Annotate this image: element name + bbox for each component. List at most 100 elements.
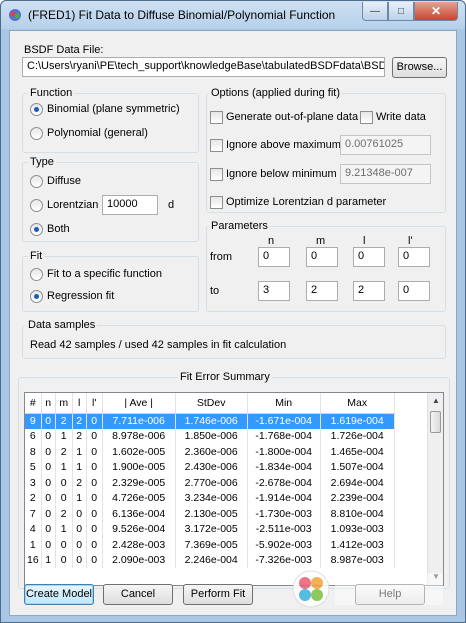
lorentzian-radio[interactable] — [30, 199, 43, 212]
table-cell: -1.800e-004 — [247, 444, 321, 460]
ignore-above-max-input[interactable]: 0.00761025 — [340, 135, 431, 155]
browse-button[interactable]: Browse... — [392, 57, 447, 78]
table-cell: 1.507e-004 — [320, 459, 395, 475]
write-data-checkbox[interactable] — [360, 111, 373, 124]
generate-out-of-plane-checkbox[interactable] — [210, 111, 223, 124]
table-cell: 2.329e-005 — [102, 475, 176, 491]
ignore-below-min-label: Ignore below minimum — [226, 168, 337, 180]
table-cell: 4.726e-005 — [102, 490, 176, 506]
perform-fit-button[interactable]: Perform Fit — [183, 584, 253, 605]
table-row[interactable]: 4 0 1 0 0 9.526e-004 3.172e-005 -2.511e-003 1.09… — [25, 521, 395, 537]
minimize-button[interactable]: — — [362, 2, 388, 21]
generate-out-of-plane-label: Generate out-of-plane data — [226, 111, 359, 123]
lorentzian-label: Lorentzian — [47, 199, 99, 211]
bsdf-file-path-field[interactable]: C:\Users\ryani\PE\tech_support\knowledge… — [22, 57, 385, 77]
table-cell: 7.369e-005 — [175, 537, 248, 553]
table-cell: 2 — [72, 475, 87, 491]
close-button[interactable]: ✕ — [414, 2, 458, 21]
table-cell: -1.834e-004 — [247, 459, 321, 475]
both-radio[interactable] — [30, 223, 43, 236]
table-row[interactable]: 7 0 2 0 0 6.136e-004 2.130e-005 -1.730e-003 8.81… — [25, 506, 395, 522]
table-cell: -5.902e-003 — [247, 537, 321, 553]
param-from-l-input[interactable]: 0 — [353, 247, 385, 267]
table-cell: 0 — [41, 428, 56, 444]
col-header-max[interactable]: Max — [320, 393, 395, 414]
table-cell: 0 — [55, 537, 73, 553]
table-row[interactable]: 6 0 1 2 0 8.978e-006 1.850e-006 -1.768e-004 1.72… — [25, 428, 395, 444]
param-to-m-input[interactable]: 2 — [306, 281, 338, 301]
create-model-button[interactable]: Create Model — [24, 584, 94, 605]
table-cell: 0 — [72, 506, 87, 522]
table-cell: 2.360e-006 — [175, 444, 248, 460]
table-cell: 1 — [72, 459, 87, 475]
col-header-index[interactable]: # — [25, 393, 42, 414]
param-from-label: from — [210, 251, 232, 263]
data-samples-message: Read 42 samples / used 42 samples in fit… — [30, 339, 287, 351]
table-cell: 7 — [25, 506, 42, 522]
table-cell: 6.136e-004 — [102, 506, 176, 522]
table-cell: 0 — [55, 490, 73, 506]
table-cell: 2 — [25, 490, 42, 506]
maximize-button[interactable]: □ — [388, 2, 414, 21]
regression-fit-radio[interactable] — [30, 290, 43, 303]
col-header-l[interactable]: l — [72, 393, 87, 414]
table-cell: 0 — [41, 413, 56, 429]
table-cell: -2.511e-003 — [247, 521, 321, 537]
ignore-above-max-checkbox[interactable] — [210, 139, 223, 152]
table-row[interactable]: 2 0 0 1 0 4.726e-005 3.234e-006 -1.914e-004 2.23… — [25, 490, 395, 506]
param-from-m-input[interactable]: 0 — [306, 247, 338, 267]
fit-error-table-header: # n m l l' | Ave | StDev Min Max — [25, 393, 395, 414]
table-cell: 8.810e-004 — [320, 506, 395, 522]
lorentzian-d-input[interactable]: 10000 — [102, 195, 158, 215]
table-cell: 1 — [72, 444, 87, 460]
diffuse-radio[interactable] — [30, 175, 43, 188]
col-header-stdev[interactable]: StDev — [175, 393, 248, 414]
table-cell: 4 — [25, 521, 42, 537]
ignore-below-min-checkbox[interactable] — [210, 168, 223, 181]
function-group — [22, 93, 199, 153]
table-cell: 9 — [25, 413, 42, 429]
table-row[interactable]: 8 0 2 1 0 1.602e-005 2.360e-006 -1.800e-004 1.46… — [25, 444, 395, 460]
param-from-lprime-input[interactable]: 0 — [398, 247, 430, 267]
param-from-n-input[interactable]: 0 — [258, 247, 290, 267]
table-cell: 1.850e-006 — [175, 428, 248, 444]
table-row[interactable]: 1 0 0 0 0 2.428e-003 7.369e-005 -5.902e-003 1.41… — [25, 537, 395, 553]
table-cell: 0 — [86, 444, 103, 460]
title-bar[interactable]: (FRED1) Fit Data to Diffuse Binomial/Pol… — [1, 1, 465, 29]
table-cell: 1.726e-004 — [320, 428, 395, 444]
optimize-lorentzian-checkbox[interactable] — [210, 196, 223, 209]
table-cell: 1.602e-005 — [102, 444, 176, 460]
table-cell: 1.746e-006 — [175, 413, 248, 429]
ignore-below-min-input[interactable]: 9.21348e-007 — [340, 164, 431, 184]
col-header-lprime[interactable]: l' — [86, 393, 103, 414]
param-col-n: n — [268, 235, 275, 247]
param-col-l: l — [363, 235, 366, 247]
table-row[interactable]: 3 0 0 2 0 2.329e-005 2.770e-006 -2.678e-004 2.69… — [25, 475, 395, 491]
scroll-thumb[interactable] — [430, 411, 441, 433]
table-cell: 1.093e-003 — [320, 521, 395, 537]
lorentzian-unit-label: d — [168, 199, 175, 211]
table-vertical-scrollbar[interactable]: ▲ ▼ — [427, 393, 443, 585]
polynomial-radio[interactable] — [30, 127, 43, 140]
table-cell: 0 — [86, 506, 103, 522]
binomial-radio[interactable] — [30, 103, 43, 116]
fit-error-table[interactable]: # n m l l' | Ave | StDev Min Max 9 0 2 2 0 7.… — [24, 392, 444, 586]
param-to-n-input[interactable]: 3 — [258, 281, 290, 301]
table-cell: -2.678e-004 — [247, 475, 321, 491]
table-cell: -1.730e-003 — [247, 506, 321, 522]
col-header-n[interactable]: n — [41, 393, 56, 414]
param-to-lprime-input[interactable]: 0 — [398, 281, 430, 301]
both-label: Both — [47, 223, 70, 235]
table-row[interactable]: 9 0 2 2 0 7.711e-006 1.746e-006 -1.671e-004 1.61… — [25, 413, 395, 429]
col-header-m[interactable]: m — [55, 393, 73, 414]
param-to-l-input[interactable]: 2 — [353, 281, 385, 301]
specific-function-radio[interactable] — [30, 268, 43, 281]
col-header-min[interactable]: Min — [247, 393, 321, 414]
options-group-title: Options (applied during fit) — [209, 87, 343, 99]
table-cell: 2 — [72, 428, 87, 444]
table-row[interactable]: 5 0 1 1 0 1.900e-005 2.430e-006 -1.834e-004 1.50… — [25, 459, 395, 475]
scroll-up-arrow-icon[interactable]: ▲ — [428, 393, 443, 409]
col-header-ave[interactable]: | Ave | — [102, 393, 176, 414]
data-samples-title: Data samples — [26, 319, 98, 331]
cancel-button[interactable]: Cancel — [103, 584, 173, 605]
